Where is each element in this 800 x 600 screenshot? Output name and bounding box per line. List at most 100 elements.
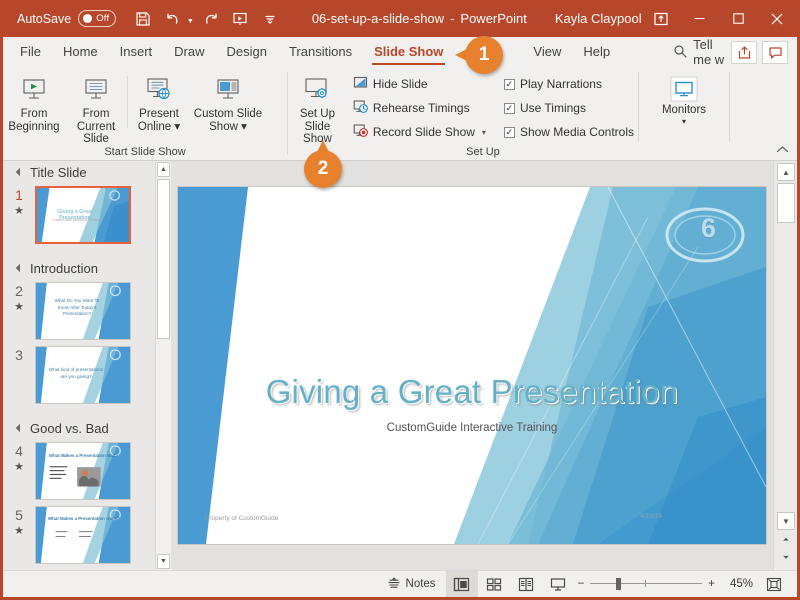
group-label-start-slide-show: Start Slide Show xyxy=(104,145,186,158)
slide-subtitle[interactable]: CustomGuide Interactive Training xyxy=(178,422,766,434)
document-title: 06-set-up-a-slide-show xyxy=(311,11,445,26)
slide-thumbnail-image: What kind of presentations are you givin… xyxy=(35,346,131,404)
tab-insert[interactable]: Insert xyxy=(109,37,164,67)
undo-icon[interactable] xyxy=(160,6,187,31)
share-icon[interactable] xyxy=(731,40,757,64)
hide-slide-button[interactable]: Hide Slide xyxy=(349,72,490,96)
ribbon-display-options-icon[interactable] xyxy=(642,0,680,37)
collapse-triangle-icon[interactable] xyxy=(15,263,25,273)
present-online-button[interactable]: Present Online ▾ xyxy=(128,71,190,133)
record-slide-show-button[interactable]: Record Slide Show ▾ xyxy=(349,120,490,144)
section-header-introduction[interactable]: Introduction xyxy=(3,257,171,279)
thumbnail-slide-1[interactable]: 1 ★ Giving a Great Presentation CustomGu… xyxy=(3,183,171,247)
maximize-button[interactable] xyxy=(719,0,758,37)
tab-bar-right-actions xyxy=(731,40,797,64)
zoom-slider[interactable] xyxy=(590,577,703,591)
slide-thumbnail-pane[interactable]: Title Slide 1 ★ Giving a Great Presentat… xyxy=(3,161,171,570)
tab-draw[interactable]: Draw xyxy=(163,37,215,67)
checkbox-icon: ✓ xyxy=(503,78,515,90)
custom-slide-show-button[interactable]: Custom Slide Show ▾ xyxy=(190,71,266,133)
next-slide-icon[interactable]: ⏷ xyxy=(777,550,795,566)
reading-view-button[interactable] xyxy=(510,571,542,597)
quick-access-toolbar: ▼ xyxy=(130,6,284,31)
undo-dropdown-icon[interactable]: ▼ xyxy=(187,18,194,25)
collapse-triangle-icon[interactable] xyxy=(15,167,25,177)
from-current-slide-button[interactable]: From Current Slide xyxy=(65,71,127,146)
custom-slide-show-label-2[interactable]: Show ▾ xyxy=(209,121,247,134)
redo-icon[interactable] xyxy=(197,6,224,31)
current-slide[interactable]: 6 Giving a Great Presentation CustomGuid… xyxy=(178,187,766,544)
scroll-down-icon[interactable]: ▼ xyxy=(777,512,795,530)
title-bar: AutoSave Off ▼ 06-set-up-a-slide-show - … xyxy=(3,0,797,37)
monitors-button[interactable]: Monitors ▾ xyxy=(653,71,715,127)
save-icon[interactable] xyxy=(130,6,157,31)
ribbon-group-divider xyxy=(729,72,730,142)
section-header-title-slide[interactable]: Title Slide xyxy=(3,161,171,183)
scrollbar-thumb[interactable] xyxy=(777,183,795,223)
close-button[interactable] xyxy=(758,0,797,37)
animation-star-icon[interactable]: ★ xyxy=(3,460,35,475)
show-media-controls-label: Show Media Controls xyxy=(519,125,634,139)
show-media-controls-checkbox[interactable]: ✓ Show Media Controls xyxy=(500,120,638,144)
thumbnail-slide-5[interactable]: 5 ★ What Makes a Presentation Good? xyxy=(3,503,171,567)
record-slide-show-label: Record Slide Show xyxy=(372,125,475,139)
tab-view[interactable]: View xyxy=(522,37,572,67)
slide-title[interactable]: Giving a Great Presentation xyxy=(178,373,766,411)
play-narrations-checkbox[interactable]: ✓ Play Narrations xyxy=(500,72,638,96)
autosave-toggle[interactable]: Off xyxy=(78,10,116,27)
tab-file[interactable]: File xyxy=(3,37,52,67)
customize-quick-access-toolbar-icon[interactable] xyxy=(257,6,284,31)
zoom-slider-handle[interactable] xyxy=(616,578,622,590)
tell-me-search[interactable]: Tell me w xyxy=(673,37,731,67)
monitors-dropdown-icon[interactable]: ▾ xyxy=(682,117,686,127)
slide-sorter-view-button[interactable] xyxy=(478,571,510,597)
ribbon: From Beginning From Current Slide Presen… xyxy=(3,67,797,161)
slide-editing-stage[interactable]: 6 Giving a Great Presentation CustomGuid… xyxy=(171,161,773,570)
scroll-up-icon[interactable]: ▲ xyxy=(777,163,795,181)
start-presentation-icon[interactable] xyxy=(227,6,254,31)
set-up-slide-show-button[interactable]: Set Up Slide Show xyxy=(292,71,343,146)
section-name: Title Slide xyxy=(30,164,87,180)
collapse-triangle-icon[interactable] xyxy=(15,423,25,433)
previous-slide-icon[interactable]: ⏶ xyxy=(777,532,795,548)
section-header-good-vs-bad[interactable]: Good vs. Bad xyxy=(3,417,171,439)
tab-help[interactable]: Help xyxy=(572,37,621,67)
record-slide-show-dropdown-icon[interactable]: ▾ xyxy=(482,128,486,137)
present-online-label-2[interactable]: Online ▾ xyxy=(138,121,180,134)
comments-icon[interactable] xyxy=(762,40,788,64)
ribbon-group-monitors: Monitors ▾ xyxy=(639,67,729,160)
scrollbar-thumb[interactable] xyxy=(157,179,170,339)
scroll-up-icon[interactable]: ▲ xyxy=(157,162,170,177)
tab-transitions[interactable]: Transitions xyxy=(278,37,363,67)
use-timings-checkbox[interactable]: ✓ Use Timings xyxy=(500,96,638,120)
tab-home[interactable]: Home xyxy=(52,37,109,67)
slide-show-view-button[interactable] xyxy=(542,571,574,597)
animation-star-icon[interactable]: ★ xyxy=(3,524,35,539)
tab-design[interactable]: Design xyxy=(216,37,278,67)
thumbnail-pane-scrollbar[interactable]: ▲ ▼ xyxy=(155,161,171,570)
normal-view-button[interactable] xyxy=(445,571,478,597)
from-beginning-button[interactable]: From Beginning xyxy=(3,71,65,133)
zoom-in-button[interactable]: + xyxy=(708,578,715,590)
zoom-percent-label[interactable]: 45% xyxy=(721,578,753,590)
thumbnail-slide-4[interactable]: 4 ★ What Makes a Presentation Bad? xyxy=(3,439,171,503)
collapse-ribbon-button[interactable] xyxy=(776,145,789,157)
slide-vertical-scrollbar[interactable]: ▲ ▼ ⏶ ⏷ xyxy=(773,161,797,570)
minimize-button[interactable] xyxy=(680,0,719,37)
scroll-down-icon[interactable]: ▼ xyxy=(157,554,170,569)
user-account-name[interactable]: Kayla Claypool xyxy=(555,11,642,26)
thumbnail-slide-2[interactable]: 2 ★ What Do You Want To Know After Today… xyxy=(3,279,171,343)
zoom-out-button[interactable]: − xyxy=(578,578,585,590)
tell-me-placeholder: Tell me w xyxy=(693,37,725,67)
hide-slide-icon xyxy=(353,75,368,93)
fit-slide-to-window-icon[interactable] xyxy=(759,571,789,597)
thumbnail-slide-3[interactable]: 3 What kind of presentations are you giv… xyxy=(3,343,171,407)
notes-button[interactable]: Notes xyxy=(377,571,446,597)
use-timings-label: Use Timings xyxy=(519,101,586,115)
animation-star-icon[interactable]: ★ xyxy=(3,300,35,315)
group-label-monitors xyxy=(639,145,729,160)
rehearse-timings-button[interactable]: Rehearse Timings xyxy=(349,96,490,120)
tab-slide-show[interactable]: Slide Show xyxy=(363,37,454,67)
animation-star-icon[interactable]: ★ xyxy=(3,204,35,219)
zoom-slider-track xyxy=(590,583,703,584)
